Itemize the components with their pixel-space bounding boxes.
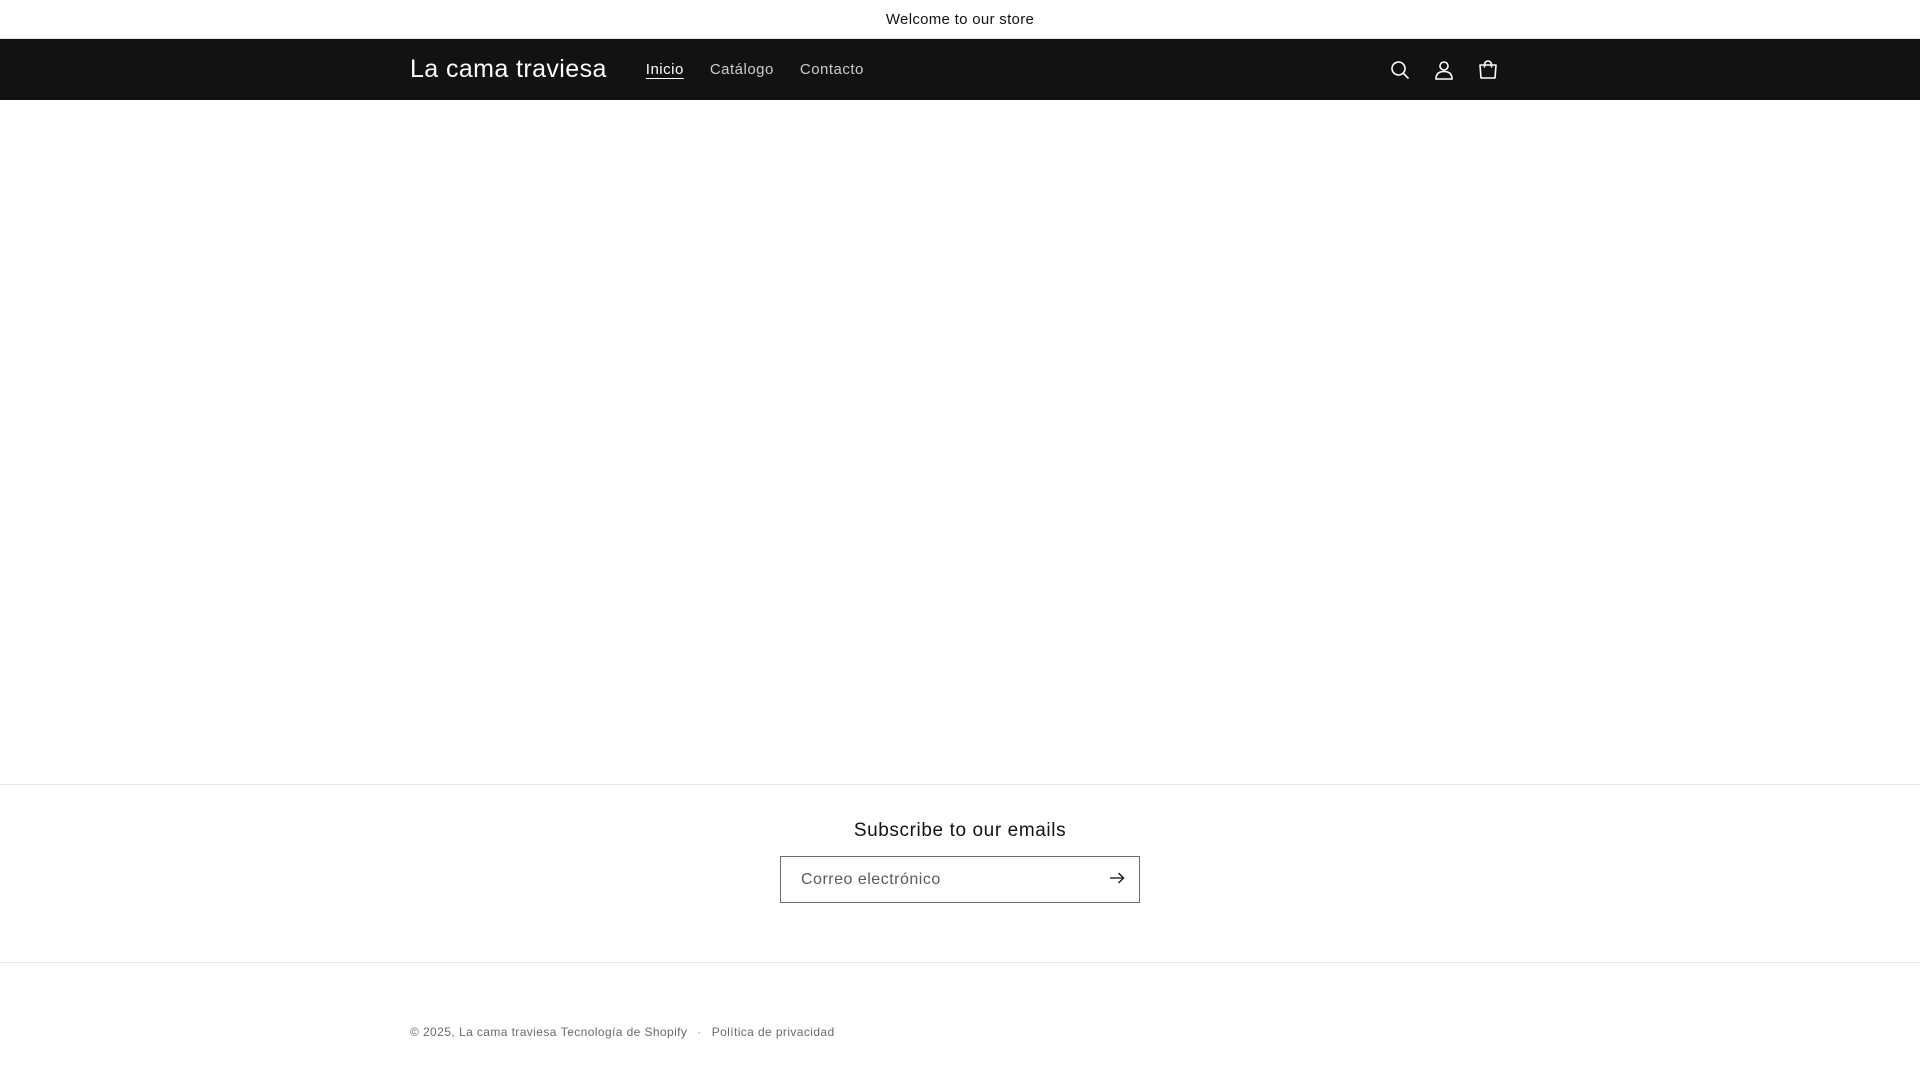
store-logo[interactable]: La cama traviesa (410, 55, 607, 84)
nav-item-contacto[interactable]: Contacto (787, 61, 877, 78)
newsletter-section: Subscribe to our emails (0, 785, 1920, 963)
announcement-bar: Welcome to our store (0, 0, 1920, 39)
cart-button[interactable] (1466, 48, 1510, 92)
copyright-text: © 2025, (410, 1025, 456, 1039)
nav-item-inicio[interactable]: Inicio (633, 61, 697, 78)
header-inner: La cama traviesa Inicio Catálogo Contact… (410, 39, 1510, 100)
search-button[interactable] (1378, 48, 1422, 92)
announcement-text: Welcome to our store (885, 10, 1035, 28)
footer-bottom: © 2025, La cama traviesa Tecnología de S… (410, 1025, 835, 1039)
footer-store-link[interactable]: La cama traviesa (459, 1025, 557, 1039)
main-nav: Inicio Catálogo Contacto (633, 61, 877, 78)
cart-icon (1477, 59, 1499, 81)
nav-item-catalogo[interactable]: Catálogo (697, 61, 787, 78)
main-content (0, 100, 1920, 785)
newsletter-title: Subscribe to our emails (853, 820, 1067, 841)
account-icon (1434, 60, 1454, 80)
email-input[interactable] (781, 857, 1095, 902)
subscribe-submit-button[interactable] (1095, 858, 1139, 902)
account-button[interactable] (1422, 48, 1466, 92)
arrow-right-icon (1109, 871, 1125, 889)
privacy-policy-link[interactable]: Política de privacidad (712, 1025, 835, 1039)
powered-by-shopify-link[interactable]: Tecnología de Shopify (561, 1025, 687, 1039)
newsletter-form (780, 856, 1140, 903)
site-header: La cama traviesa Inicio Catálogo Contact… (0, 39, 1920, 100)
header-icons (1378, 48, 1510, 92)
footer-separator: · (697, 1025, 702, 1039)
search-icon (1390, 60, 1410, 80)
